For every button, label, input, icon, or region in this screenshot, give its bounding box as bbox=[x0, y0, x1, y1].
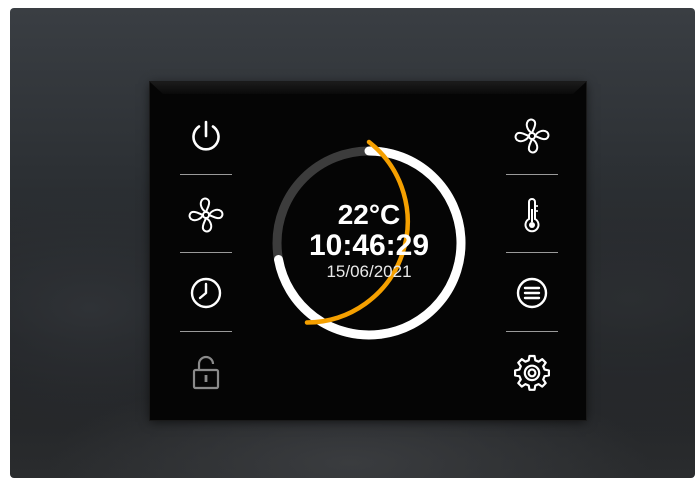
separator bbox=[506, 331, 558, 332]
dial-readout: 22°C 10:46:29 15/06/2021 bbox=[264, 138, 474, 348]
settings-button[interactable] bbox=[504, 344, 560, 400]
time-readout: 10:46:29 bbox=[308, 229, 430, 262]
menu-button[interactable] bbox=[504, 265, 560, 321]
power-button[interactable] bbox=[178, 108, 234, 164]
lock-button[interactable] bbox=[178, 344, 234, 400]
background-frame: 22°C 10:46:29 15/06/2021 bbox=[10, 8, 695, 478]
clock-icon bbox=[190, 277, 222, 309]
menu-icon bbox=[516, 277, 548, 309]
fan-mode-button[interactable] bbox=[178, 187, 234, 243]
schedule-button[interactable] bbox=[178, 265, 234, 321]
separator bbox=[506, 174, 558, 175]
fan-icon bbox=[188, 197, 224, 233]
panel-bevel bbox=[150, 82, 586, 94]
temperature-readout: 22°C bbox=[337, 199, 401, 230]
separator bbox=[180, 174, 232, 175]
separator bbox=[180, 252, 232, 253]
lock-icon bbox=[192, 355, 220, 390]
fan-icon bbox=[514, 118, 550, 154]
thermostat-panel: 22°C 10:46:29 15/06/2021 bbox=[150, 82, 586, 420]
right-button-column bbox=[504, 104, 560, 404]
gear-icon bbox=[514, 354, 550, 391]
left-button-column bbox=[178, 104, 234, 404]
power-icon bbox=[192, 120, 220, 151]
fan-speed-button[interactable] bbox=[504, 108, 560, 164]
temperature-button[interactable] bbox=[504, 187, 560, 243]
separator bbox=[180, 331, 232, 332]
separator bbox=[506, 252, 558, 253]
thermometer-icon bbox=[524, 198, 540, 233]
date-readout: 15/06/2021 bbox=[326, 262, 412, 281]
temperature-dial[interactable]: 22°C 10:46:29 15/06/2021 bbox=[264, 138, 474, 348]
